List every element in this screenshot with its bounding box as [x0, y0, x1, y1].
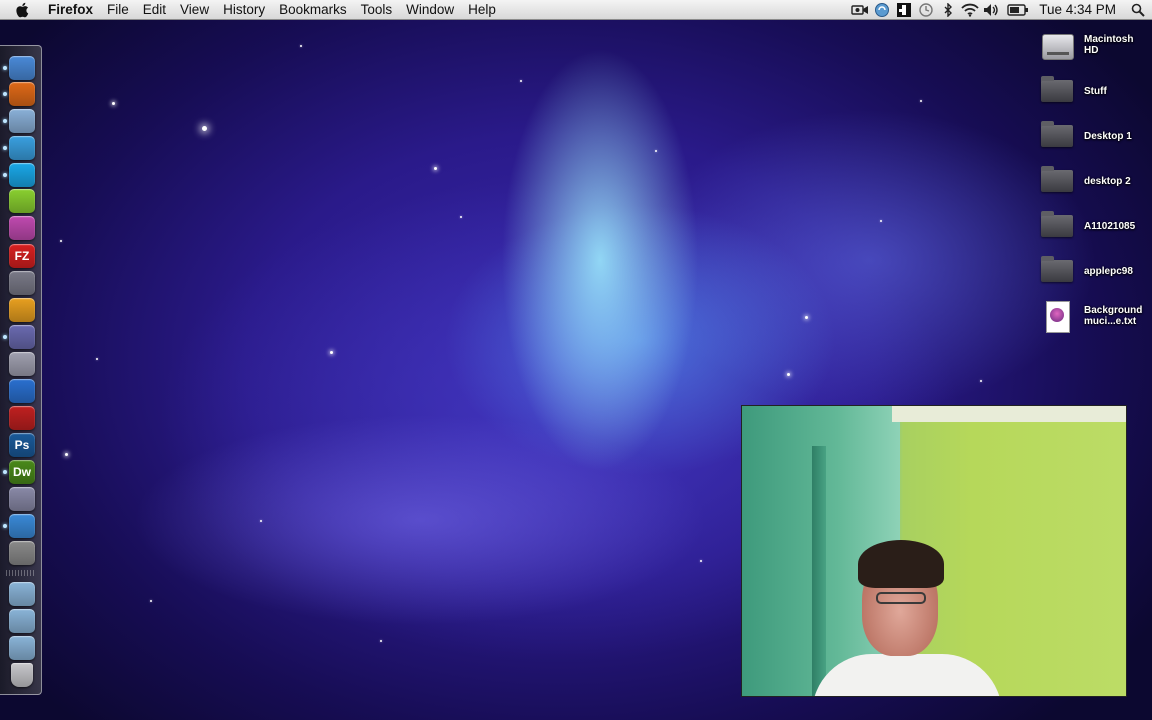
dock-item-label: FZ [14, 249, 30, 263]
volume-icon[interactable] [981, 0, 1003, 20]
menu-tools[interactable]: Tools [353, 0, 399, 20]
folder-icon [1040, 74, 1074, 108]
script-editor-icon[interactable] [9, 271, 35, 295]
skype-icon[interactable] [9, 163, 35, 187]
dock-item-label: Dw [13, 465, 31, 479]
desktop-icon-label: Macintosh HD [1084, 34, 1134, 56]
menu-clock[interactable]: Tue 4:34 PM [1033, 2, 1124, 17]
burn-icon[interactable] [9, 298, 35, 322]
dreamweaver-icon[interactable]: Dw [9, 460, 35, 484]
apple-icon[interactable] [0, 0, 44, 20]
desktop-icon-desktop-2[interactable]: desktop 2 [1040, 164, 1152, 198]
dock-running-indicator [3, 66, 7, 70]
extension-icon[interactable] [893, 0, 915, 20]
menu-app-firefox[interactable]: Firefox [44, 0, 99, 20]
finder-icon[interactable] [9, 56, 35, 80]
webcam-wall-stripe [812, 446, 826, 696]
search-icon[interactable] [1124, 0, 1152, 20]
quicktime-icon[interactable] [9, 379, 35, 403]
desktop-icon-stuff[interactable]: Stuff [1040, 74, 1152, 108]
menu-edit[interactable]: Edit [135, 0, 172, 20]
video-camera-icon[interactable] [849, 0, 871, 20]
desktop-icon-macintosh-hd[interactable]: Macintosh HD [1040, 28, 1152, 62]
hard-drive-icon [1040, 28, 1074, 62]
photo-app-icon[interactable] [9, 216, 35, 240]
star-icon[interactable] [9, 352, 35, 376]
filezilla-icon[interactable]: FZ [9, 244, 35, 268]
dock-running-indicator [3, 92, 7, 96]
battery-icon[interactable] [1003, 0, 1033, 20]
itunes-icon[interactable] [9, 136, 35, 160]
folder-icon [1040, 119, 1074, 153]
bluetooth-icon[interactable] [937, 0, 959, 20]
sync-icon[interactable] [871, 0, 893, 20]
iphoto-icon[interactable] [9, 487, 35, 511]
folder-icon [1040, 254, 1074, 288]
webcam-ceiling [892, 406, 1126, 422]
desktop[interactable]: Firefox File Edit View History Bookmarks… [0, 0, 1152, 720]
dock-running-indicator [3, 470, 7, 474]
preview-icon[interactable] [9, 109, 35, 133]
download-folder-icon[interactable] [9, 636, 35, 660]
menu-view[interactable]: View [172, 0, 215, 20]
firefox-icon[interactable] [9, 82, 35, 106]
trash-icon[interactable] [11, 663, 33, 687]
safari-icon[interactable] [9, 514, 35, 538]
desktop-icon-label: Desktop 1 [1084, 130, 1132, 142]
desktop-icon-label: desktop 2 [1084, 175, 1131, 187]
webcam-video-overlay [741, 405, 1127, 697]
folder-icon [1040, 209, 1074, 243]
menu-file[interactable]: File [99, 0, 135, 20]
time-machine-icon[interactable] [915, 0, 937, 20]
folder-icon[interactable] [9, 609, 35, 633]
desktop-icon-background-music-txt[interactable]: Background muci...e.txt [1040, 299, 1152, 333]
dock-item-label: Ps [14, 438, 30, 452]
desktop-icon-label: A11021085 [1084, 220, 1136, 232]
desktop-icon-a11021085[interactable]: A11021085 [1040, 209, 1152, 243]
desktop-icon-desktop-1[interactable]: Desktop 1 [1040, 119, 1152, 153]
dock-running-indicator [3, 335, 7, 339]
photoshop-icon[interactable]: Ps [9, 433, 35, 457]
dock: FZ Ps Dw [0, 45, 42, 695]
desktop-icon-label: Stuff [1084, 85, 1107, 97]
dock-running-indicator [3, 146, 7, 150]
gear-icon[interactable] [9, 541, 35, 565]
folder-icon [1040, 164, 1074, 198]
dock-running-indicator [3, 524, 7, 528]
text-document-icon [1040, 299, 1074, 333]
wifi-icon[interactable] [959, 0, 981, 20]
menu-history[interactable]: History [215, 0, 271, 20]
menu-help[interactable]: Help [460, 0, 502, 20]
desktop-icon-applepc98[interactable]: applepc98 [1040, 254, 1152, 288]
desktop-icon-label: applepc98 [1084, 265, 1133, 277]
webcam-person-glasses [876, 592, 926, 604]
menu-window[interactable]: Window [398, 0, 460, 20]
webcam-person-hair [858, 540, 944, 588]
folder-icon[interactable] [9, 582, 35, 606]
desktop-icon-label: Background muci...e.txt [1084, 305, 1143, 327]
limewire-icon[interactable] [9, 189, 35, 213]
imovie-icon[interactable] [9, 325, 35, 349]
menu-bookmarks[interactable]: Bookmarks [271, 0, 353, 20]
dock-separator [6, 570, 36, 576]
photo-booth-icon[interactable] [9, 406, 35, 430]
dock-running-indicator [3, 119, 7, 123]
dock-running-indicator [3, 173, 7, 177]
menu-bar: Firefox File Edit View History Bookmarks… [0, 0, 1152, 20]
